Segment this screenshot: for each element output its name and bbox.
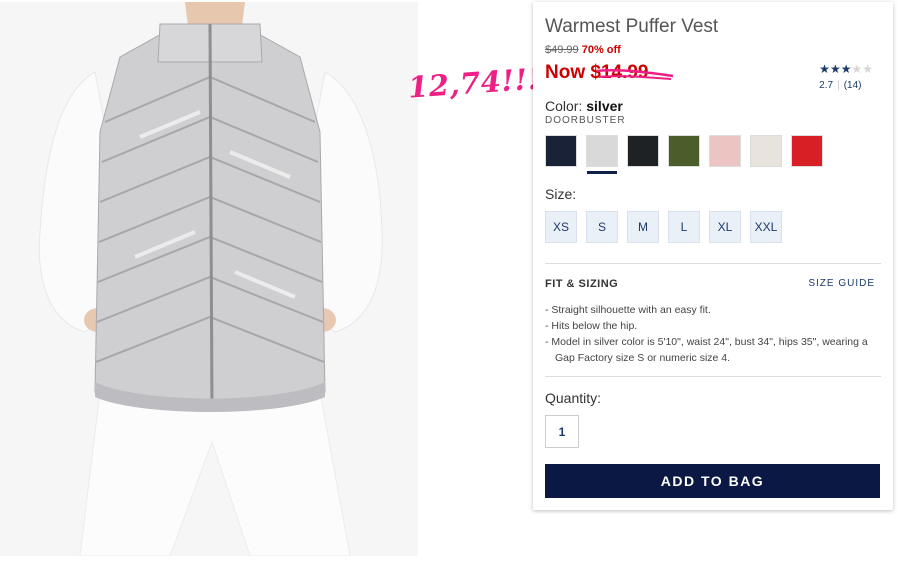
product-image [0,2,418,556]
rating-count[interactable]: (14) [844,80,862,91]
color-swatch-red[interactable] [791,135,823,167]
size-option-m[interactable]: M [627,211,659,243]
size-option-xl[interactable]: XL [709,211,741,243]
divider [545,376,881,377]
rating-separator: | [837,80,840,91]
list-item: Model in silver color is 5'10", waist 24… [545,334,885,366]
star-empty-icon: ★ [851,62,863,76]
star-empty-icon: ★ [862,62,873,76]
color-swatch-navy[interactable] [545,135,577,167]
size-option-l[interactable]: L [668,211,700,243]
product-title: Warmest Puffer Vest [545,16,719,37]
rating-meta: 2.7 | (14) [819,80,873,91]
list-item: Hits below the hip. [545,318,885,334]
color-swatch-ivory[interactable] [750,135,782,167]
original-price: $49.99 [545,44,579,56]
star-icon: ★ [840,62,852,76]
color-swatch-pink[interactable] [709,135,741,167]
size-label: Size: [545,186,577,202]
sale-price: Now $14.99 [545,62,649,83]
product-panel: Warmest Puffer Vest $49.99 70% off Now $… [533,2,893,510]
original-price-row: $49.99 70% off [545,44,621,56]
size-guide-link[interactable]: SIZE GUIDE [808,278,875,289]
selected-color-name: silver [586,98,623,114]
quantity-input[interactable]: 1 [545,415,579,448]
price-annotation: 12,74!!! [406,61,543,105]
color-swatch-black[interactable] [627,135,659,167]
size-option-s[interactable]: S [586,211,618,243]
color-swatches [545,135,823,174]
size-options: XS S M L XL XXL [545,211,782,243]
doorbuster-tag: DOORBUSTER [545,115,626,126]
color-swatch-olive[interactable] [668,135,700,167]
fit-details-list: Straight silhouette with an easy fit. Hi… [545,302,885,366]
color-swatch-silver[interactable] [586,135,618,174]
size-option-xs[interactable]: XS [545,211,577,243]
list-item: Straight silhouette with an easy fit. [545,302,885,318]
color-label: Color: [545,98,583,114]
rating-value: 2.7 [819,80,834,91]
quantity-label: Quantity: [545,390,602,406]
rating-block[interactable]: ★★★★★ 2.7 | (14) [819,62,873,91]
rating-stars: ★★★★★ [819,62,873,76]
divider [545,263,881,264]
fit-sizing-title: FIT & SIZING [545,278,619,290]
add-to-bag-button[interactable]: ADD TO BAG [545,464,880,498]
color-label-row: Color: silver [545,98,623,114]
size-option-xxl[interactable]: XXL [750,211,782,243]
star-icon: ★ [819,62,830,76]
star-icon: ★ [829,62,841,76]
discount-label: 70% off [581,44,621,56]
